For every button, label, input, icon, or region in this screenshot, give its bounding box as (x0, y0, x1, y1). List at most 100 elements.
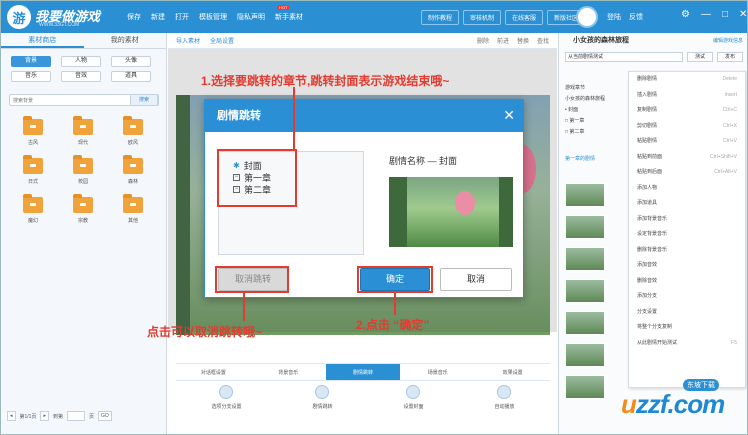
folder-item[interactable]: 森林 (113, 155, 153, 185)
folder-item[interactable]: 魔幻 (13, 194, 53, 224)
prev-page-button[interactable]: ◂ (7, 411, 16, 421)
category-background[interactable]: 背景 (11, 56, 51, 67)
maximize-icon[interactable]: □ (722, 9, 728, 20)
delete-button[interactable]: 删除 (477, 36, 489, 45)
test-button[interactable]: 测试 (687, 52, 713, 62)
branch-settings-tool[interactable]: 选项分支设置 (211, 385, 242, 410)
ctx-test-from-here[interactable]: 从此剧情开始测试 F5 (629, 336, 745, 352)
tree-item-cover[interactable]: • 封面 (565, 105, 625, 116)
scene-thumbnail[interactable] (565, 279, 605, 303)
ctx-add-branch[interactable]: 添加分支 (629, 289, 745, 305)
search-button[interactable]: 搜索 (130, 94, 158, 106)
tree-item-chapter2[interactable]: □ 第二章 (565, 127, 625, 138)
tree-root[interactable]: 小女孩的森林旅程 (565, 94, 625, 105)
ctx-insert[interactable]: 插入剧情 Insert (629, 88, 745, 104)
ctx-cut[interactable]: 剪切剧情 Ctrl+X (629, 119, 745, 135)
ctx-copy-branch[interactable]: 将整个分支复制 (629, 320, 745, 336)
brand-url: WWW.33GT.COM (39, 22, 80, 28)
feedback-link[interactable]: 反馈 (629, 12, 643, 22)
branch-icon (219, 385, 234, 399)
ctx-paste-before[interactable]: 粘贴到前面 Ctrl+Shift+V (629, 150, 745, 166)
ctx-set-bgm[interactable]: 设定背景音乐 (629, 227, 745, 243)
menu-privacy[interactable]: 隐私声明 (237, 12, 265, 22)
next-page-button[interactable]: ▸ (40, 411, 49, 421)
edit-game-info-link[interactable]: 编辑游戏信息 (713, 33, 743, 49)
ctx-add-bgm[interactable]: 添加背景音乐 (629, 212, 745, 228)
ctx-paste[interactable]: 粘贴剧情 Ctrl+V (629, 134, 745, 150)
category-props[interactable]: 道具 (111, 71, 151, 82)
menu-template[interactable]: 模板管理 (199, 12, 227, 22)
preview-tree (389, 177, 407, 247)
page-input[interactable] (67, 411, 85, 421)
search-input[interactable] (10, 96, 120, 106)
support-button[interactable]: 在线客服 (505, 10, 544, 25)
category-music[interactable]: 音乐 (11, 71, 51, 82)
ctx-delete-bgm[interactable]: 删除背景音乐 (629, 243, 745, 259)
folder-item[interactable]: 古风 (13, 116, 53, 146)
scene-thumbnail[interactable] (565, 375, 605, 399)
cover-icon (406, 385, 421, 399)
tab-story-jump[interactable]: 剧情跳转 (325, 364, 401, 380)
set-cover-tool[interactable]: 设置封面 (403, 385, 424, 410)
login-link[interactable]: 登陆 (607, 12, 621, 22)
ctx-paste-after[interactable]: 粘贴到后面 Ctrl+Alt+V (629, 165, 745, 181)
close-icon[interactable]: ✕ (739, 9, 747, 20)
ctx-add-sfx[interactable]: 添加音效 (629, 258, 745, 274)
go-button[interactable]: GO (98, 411, 112, 421)
test-mode-select[interactable]: 从当前剧情测试 (565, 52, 683, 62)
gear-icon[interactable]: ⚙ (681, 9, 690, 20)
annotation-box (215, 266, 289, 293)
menu-newbie-assets[interactable]: 新手素材 (275, 12, 303, 22)
ctx-copy[interactable]: 复制剧情 Ctrl+C (629, 103, 745, 119)
scene-thumbnail[interactable] (565, 215, 605, 239)
folder-item[interactable]: 宗教 (63, 194, 103, 224)
scene-thumbnail[interactable] (565, 311, 605, 335)
folder-item[interactable]: 其他 (113, 194, 153, 224)
story-jump-tool[interactable]: 剧情跳转 (312, 385, 333, 410)
global-settings-link[interactable]: 全局设置 (210, 36, 234, 45)
tree-item-chapter1[interactable]: □ 第一章 (565, 116, 625, 127)
tab-scene-music[interactable]: 场景音乐 (400, 364, 475, 380)
menu-save[interactable]: 保存 (127, 12, 141, 22)
forward-button[interactable]: 前进 (497, 36, 509, 45)
scene-thumbnail[interactable] (565, 183, 605, 207)
tab-my-assets[interactable]: 我的素材 (84, 33, 167, 48)
annotation-box (357, 266, 433, 293)
cancel-button[interactable]: 取消 (440, 268, 512, 291)
ctx-delete-sfx[interactable]: 删除音效 (629, 274, 745, 290)
context-menu: 删除剧情 Delete 插入剧情 Insert 复制剧情 Ctrl+C 剪切剧情 Ctr… (628, 71, 746, 388)
ctx-add-character[interactable]: 添加人物 (629, 181, 745, 197)
tab-asset-store[interactable]: 素材商店 (1, 33, 84, 48)
avatar[interactable] (576, 6, 598, 28)
find-button[interactable]: 查找 (537, 36, 549, 45)
folder-item[interactable]: 欧风 (113, 116, 153, 146)
folder-icon (73, 116, 93, 135)
ctx-delete[interactable]: 删除剧情 Delete (629, 72, 745, 88)
tab-bg-music[interactable]: 背景音乐 (251, 364, 326, 380)
category-avatar[interactable]: 头像 (111, 56, 151, 67)
minimize-icon[interactable]: — (701, 9, 711, 20)
folder-item[interactable]: 现代 (63, 116, 103, 146)
tab-effects[interactable]: 效果设置 (475, 364, 550, 380)
folder-icon (23, 194, 43, 213)
folder-item[interactable]: 日式 (13, 155, 53, 185)
import-assets-link[interactable]: 导入素材 (176, 36, 200, 45)
autoplay-tool[interactable]: 自动播放 (494, 385, 515, 410)
category-character[interactable]: 人物 (61, 56, 101, 67)
category-sfx[interactable]: 音效 (61, 71, 101, 82)
replace-button[interactable]: 替换 (517, 36, 529, 45)
menu-new[interactable]: 新建 (151, 12, 165, 22)
close-icon[interactable]: ✕ (503, 108, 515, 122)
review-button[interactable]: 审核机制 (463, 10, 502, 25)
tab-dialog-settings[interactable]: 对话框设置 (176, 364, 251, 380)
scene-thumbnail[interactable] (565, 247, 605, 271)
folder-label: 欧风 (127, 140, 138, 146)
publish-button[interactable]: 发布 (717, 52, 743, 62)
tutorial-button[interactable]: 制作教程 (421, 10, 460, 25)
folder-item[interactable]: 校园 (63, 155, 103, 185)
ctx-branch-settings[interactable]: 分支设置 (629, 305, 745, 321)
folder-label: 宗教 (77, 218, 88, 224)
ctx-add-prop[interactable]: 添加道具 (629, 196, 745, 212)
scene-thumbnail[interactable] (565, 343, 605, 367)
menu-open[interactable]: 打开 (175, 12, 189, 22)
